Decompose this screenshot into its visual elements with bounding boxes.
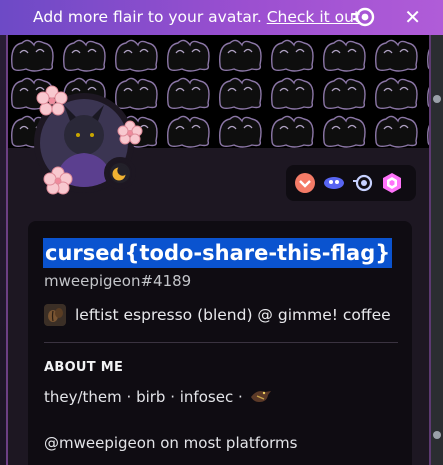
divider bbox=[44, 342, 398, 343]
custom-status: leftist espresso (blend) @ gimme! coffee bbox=[44, 304, 391, 326]
user-tag[interactable]: mweepigeon#4189 bbox=[44, 272, 191, 290]
edge-marker bbox=[433, 95, 441, 103]
profile-card: cursed{todo-share-this-flag} mweepigeon#… bbox=[6, 35, 431, 465]
server-boost-icon[interactable] bbox=[323, 172, 345, 194]
check-it-out-link[interactable]: Check it out bbox=[267, 8, 360, 26]
close-icon[interactable]: ✕ bbox=[404, 6, 421, 28]
nitro-icon bbox=[351, 7, 375, 27]
about-me-line: @mweepigeon on most platforms bbox=[44, 434, 298, 452]
about-me-line: they/them · birb · infosec · bbox=[44, 387, 273, 407]
nitro-icon[interactable] bbox=[352, 172, 374, 194]
hypesquad-balance-icon[interactable] bbox=[381, 172, 403, 194]
custom-status-text: leftist espresso (blend) @ gimme! coffee bbox=[75, 306, 391, 324]
avatar-decoration bbox=[36, 85, 143, 195]
coffee-bean-emoji bbox=[44, 304, 66, 326]
about-me-heading: ABOUT ME bbox=[44, 360, 124, 375]
avatar-container[interactable] bbox=[26, 85, 146, 205]
background-window-edge bbox=[431, 35, 443, 465]
idle-moon-icon bbox=[104, 157, 136, 189]
bird-emoji bbox=[250, 391, 271, 402]
notice-message: Add more flair to your avatar. bbox=[33, 8, 262, 26]
profile-badges bbox=[286, 165, 416, 201]
about-me-text: they/them · birb · infosec · bbox=[44, 388, 243, 406]
profile-info-panel: cursed{todo-share-this-flag} mweepigeon#… bbox=[28, 221, 412, 465]
upsell-notice-bar: Add more flair to your avatar. Check it … bbox=[0, 0, 443, 35]
edge-marker bbox=[433, 431, 441, 439]
display-name[interactable]: cursed{todo-share-this-flag} bbox=[43, 238, 393, 268]
hypesquad-icon[interactable] bbox=[294, 172, 316, 194]
notice-text: Add more flair to your avatar. Check it … bbox=[33, 8, 360, 26]
